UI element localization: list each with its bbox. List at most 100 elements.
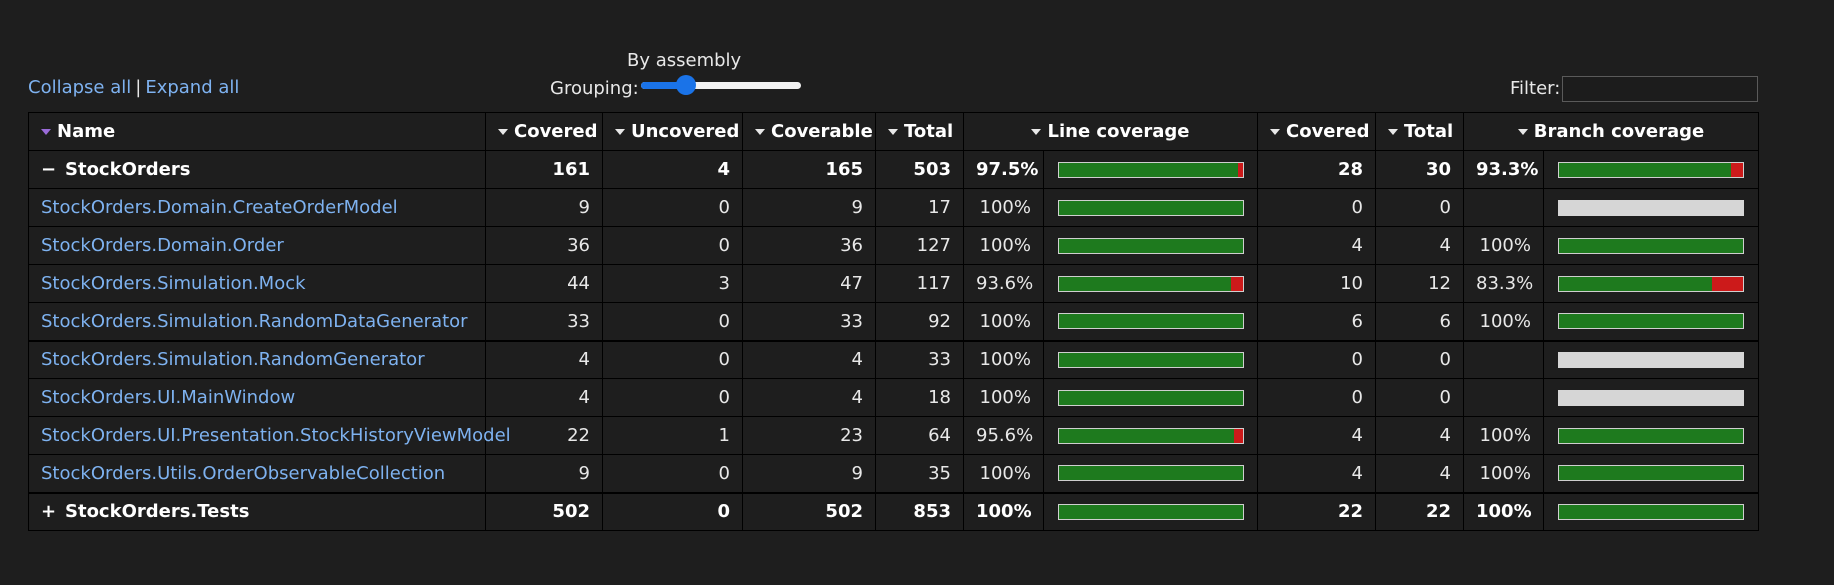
line-coverage-bar-cell [1043,454,1258,494]
grouping-slider[interactable] [641,74,801,96]
branch-coverage-bar [1558,465,1744,482]
branch-coverage-bar [1558,351,1744,368]
class-row: StockOrders.Simulation.Mock 44 3 47 117 93.6%… [28,264,1759,303]
line-coverage-bar [1057,503,1244,520]
column-header-line-coverage[interactable]: Line coverage [963,112,1258,151]
line-coverage-percent: 100% [963,378,1044,417]
column-header-total[interactable]: Total [875,112,964,151]
sort-arrow-icon [498,129,508,135]
column-header-branch-total[interactable]: Total [1375,112,1464,151]
line-coverage-percent: 95.6% [963,416,1044,455]
branch-coverage-bar-covered-fill [1559,276,1713,291]
covered-branches: 4 [1257,226,1376,265]
total-branches: 0 [1375,188,1464,227]
column-header-branch-coverage[interactable]: Branch coverage [1463,112,1759,151]
class-link[interactable]: StockOrders.Domain.Order [41,235,284,256]
line-coverage-bar [1057,427,1244,444]
collapse-all-link[interactable]: Collapse all [28,77,131,98]
branch-coverage-bar [1558,503,1744,520]
branch-coverage-bar-cell [1543,454,1759,494]
coverage-table: Name Covered Uncovered Coverable Total L… [28,112,1759,531]
expand-collapse-links: Collapse all | Expand all [28,77,239,98]
line-coverage-bar-cell [1043,492,1258,531]
coverable-lines: 9 [742,454,876,494]
expand-toggle-icon[interactable]: − [41,159,59,180]
branch-coverage-bar [1558,161,1744,178]
uncovered-lines: 0 [602,378,743,417]
line-coverage-bar-covered-fill [1058,390,1243,405]
branch-coverage-bar [1558,237,1744,254]
total-lines: 117 [875,264,964,303]
coverable-lines: 9 [742,188,876,227]
total-branches: 4 [1375,454,1464,494]
class-link[interactable]: StockOrders.Domain.CreateOrderModel [41,197,398,218]
uncovered-lines: 4 [602,150,743,189]
class-link[interactable]: StockOrders.Simulation.RandomGenerator [41,349,425,370]
assembly-name[interactable]: StockOrders [65,159,190,180]
uncovered-lines: 3 [602,264,743,303]
branch-coverage-bar [1558,427,1744,444]
column-header-covered[interactable]: Covered [485,112,603,151]
assembly-name[interactable]: StockOrders.Tests [65,501,249,522]
line-coverage-percent: 100% [963,188,1044,227]
line-coverage-percent: 100% [963,302,1044,342]
sort-arrow-icon [1270,129,1280,135]
branch-coverage-bar-cell [1543,492,1759,531]
uncovered-lines: 1 [602,416,743,455]
line-coverage-bar-cell [1043,302,1258,342]
expand-toggle-icon[interactable]: + [41,501,59,522]
column-header-name[interactable]: Name [28,112,486,151]
class-link[interactable]: StockOrders.UI.MainWindow [41,387,295,408]
total-lines: 64 [875,416,964,455]
total-lines: 853 [875,492,964,531]
class-row: StockOrders.Simulation.RandomDataGenerat… [28,302,1759,342]
sort-arrow-icon [1517,129,1528,135]
line-coverage-bar-covered-fill [1058,428,1235,443]
sort-arrow-icon [888,129,898,135]
covered-branches: 0 [1257,378,1376,417]
covered-lines: 36 [485,226,603,265]
column-header-label: Line coverage [1047,121,1190,142]
covered-lines: 161 [485,150,603,189]
class-link[interactable]: StockOrders.UI.Presentation.StockHistory… [41,425,511,446]
column-header-branch-covered[interactable]: Covered [1257,112,1376,151]
column-header-coverable[interactable]: Coverable [742,112,876,151]
grouping-label: Grouping: [550,78,639,99]
total-lines: 92 [875,302,964,342]
line-coverage-bar-cell [1043,150,1258,189]
covered-lines: 4 [485,340,603,379]
line-coverage-bar-cell [1043,340,1258,379]
column-header-label: Total [1404,121,1454,142]
class-row: StockOrders.Domain.CreateOrderModel 9 0 9 17… [28,188,1759,227]
class-name-cell: StockOrders.Simulation.RandomDataGenerat… [28,302,486,342]
column-header-label: Total [904,121,954,142]
filter-input[interactable] [1562,76,1758,102]
covered-lines: 44 [485,264,603,303]
class-link[interactable]: StockOrders.Utils.OrderObservableCollect… [41,463,445,484]
assembly-row: − StockOrders 161 4 165 503 97.5% 28 30 93.3% [28,150,1759,189]
line-coverage-bar [1057,465,1244,482]
grouping-slider-thumb[interactable] [676,75,696,95]
line-coverage-bar-cell [1043,226,1258,265]
column-header-uncovered[interactable]: Uncovered [602,112,743,151]
covered-lines: 4 [485,378,603,417]
line-coverage-bar-cell [1043,378,1258,417]
branch-coverage-bar-cell [1543,188,1759,227]
line-coverage-bar-cell [1043,416,1258,455]
covered-branches: 6 [1257,302,1376,342]
total-lines: 127 [875,226,964,265]
class-link[interactable]: StockOrders.Simulation.RandomDataGenerat… [41,311,468,332]
line-coverage-percent: 97.5% [963,150,1044,189]
expand-all-link[interactable]: Expand all [145,77,239,98]
branch-coverage-bar-cell [1543,226,1759,265]
class-name-cell: StockOrders.UI.MainWindow [28,378,486,417]
column-header-label: Covered [1286,121,1370,142]
line-coverage-bar-covered-fill [1058,200,1243,215]
class-link[interactable]: StockOrders.Simulation.Mock [41,273,306,294]
uncovered-lines: 0 [602,188,743,227]
line-coverage-bar-covered-fill [1058,276,1231,291]
covered-branches: 4 [1257,454,1376,494]
link-separator: | [135,77,142,98]
line-coverage-bar-covered-fill [1058,352,1243,367]
total-branches: 0 [1375,378,1464,417]
